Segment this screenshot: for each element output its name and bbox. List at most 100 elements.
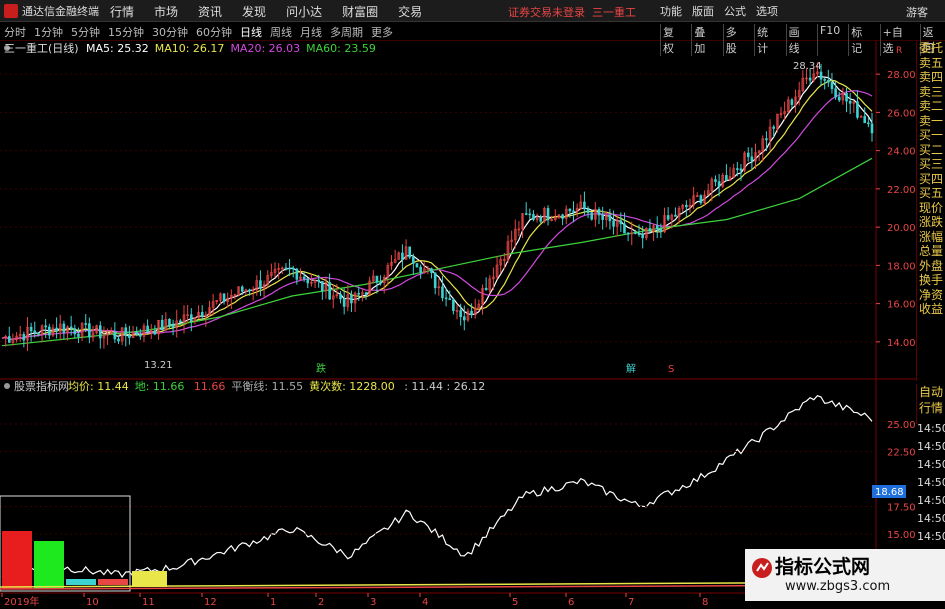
watermark-url: www.zbgs3.com <box>785 579 891 594</box>
menu-item-faxian[interactable]: 发现 <box>242 3 266 20</box>
sub-legend-item: 平衡线: 11.55 <box>231 379 303 393</box>
candle-body <box>524 213 528 215</box>
menu-item-zixun[interactable]: 资讯 <box>198 3 222 20</box>
menu-item-jiaoyi[interactable]: 交易 <box>398 3 422 20</box>
candle-body <box>412 256 415 264</box>
quote-panel-item[interactable]: 净资 <box>917 288 945 303</box>
candle-body <box>284 267 288 270</box>
quote-panel-item[interactable]: 卖三 <box>917 85 945 100</box>
price-axis-label: 18.00 <box>887 261 916 272</box>
menu-item-caifuquan[interactable]: 财富圈 <box>342 3 378 20</box>
sub-legend-item: 均价: 11.44 <box>68 380 129 393</box>
candle-body <box>845 92 848 102</box>
candle-body <box>302 276 306 279</box>
candle-body <box>452 299 455 311</box>
candle-body <box>586 208 590 213</box>
quote-panel-item[interactable]: 委托 <box>917 41 945 56</box>
quote-panel-item[interactable]: 换手 <box>917 273 945 288</box>
tab-1min[interactable]: 1分钟 <box>34 24 63 40</box>
candle-body <box>379 282 382 284</box>
quote-panel-item[interactable]: 买五 <box>917 186 945 201</box>
candle-body <box>612 220 615 227</box>
candle-body <box>408 246 411 258</box>
candle-body <box>808 77 812 81</box>
candle-body <box>240 286 244 292</box>
candle-body <box>837 96 841 101</box>
sub-legend-item: 11.66 <box>190 380 225 393</box>
sub-legend-item: 黄次数: 1228.00 <box>309 379 395 393</box>
tab-more[interactable]: 更多 <box>371 24 393 40</box>
candle-body <box>288 267 291 270</box>
sub-chart-label: 股票指标网 <box>14 379 69 393</box>
x-axis-label: 2 <box>318 597 324 608</box>
quote-panel-item[interactable]: 外盘 <box>917 259 945 274</box>
candle-body <box>634 232 637 235</box>
candle-body <box>532 214 535 220</box>
menu-item-banmian[interactable]: 版面 <box>692 3 714 19</box>
quote-panel-item[interactable]: 涨跌 <box>917 215 945 230</box>
candle-body <box>863 116 867 124</box>
candle-body <box>200 312 204 317</box>
menu-bar: 通达信金融终端 行情 市场 资讯 发现 问小达 财富圈 交易 证券交易未登录 三… <box>0 0 945 22</box>
marker-s: S <box>668 364 674 375</box>
menu-item-gongshi[interactable]: 公式 <box>724 3 746 19</box>
menu-item-xuanxiang[interactable]: 选项 <box>756 3 778 19</box>
candle-body <box>113 332 117 340</box>
candle-body <box>146 325 149 332</box>
tab-5min[interactable]: 5分钟 <box>71 24 100 40</box>
quote-panel-item[interactable]: 买一 <box>917 128 945 143</box>
quote-panel-item[interactable]: 涨幅 <box>917 230 945 245</box>
axis-r-label: R <box>896 46 902 56</box>
quote-panel-item[interactable]: 买二 <box>917 143 945 158</box>
candle-body <box>572 210 575 213</box>
quote-panel-item[interactable]: 买三 <box>917 157 945 172</box>
tab-15min[interactable]: 15分钟 <box>108 24 144 40</box>
quote-panel-item[interactable]: 卖四 <box>917 70 945 85</box>
candle-body <box>448 298 452 301</box>
tab-30min[interactable]: 30分钟 <box>152 24 188 40</box>
quote-panel-item[interactable]: 卖五 <box>917 56 945 71</box>
quote-panel-item[interactable]: 卖二 <box>917 99 945 114</box>
candle-body <box>619 220 623 225</box>
candle-body <box>648 228 652 232</box>
tab-daily[interactable]: 日线 <box>240 24 262 40</box>
candle-body <box>623 223 626 234</box>
quote-panel-item[interactable]: 买四 <box>917 172 945 187</box>
tab-monthly[interactable]: 月线 <box>300 24 322 40</box>
menu-item-hangqing[interactable]: 行情 <box>110 3 134 20</box>
ma60-line <box>1 157 873 347</box>
quote-label[interactable]: 行情 <box>917 400 945 416</box>
app-title: 通达信金融终端 <box>4 3 99 19</box>
price-axis-label: 20.00 <box>887 223 916 234</box>
candle-body <box>528 213 532 216</box>
login-warning[interactable]: 证券交易未登录 <box>508 4 585 20</box>
sub-settings-dot-icon[interactable] <box>4 383 10 389</box>
right-menu: 功能 版面 公式 选项 <box>660 3 778 19</box>
menu-item-gongneng[interactable]: 功能 <box>660 3 682 19</box>
chart-area[interactable]: 三一重工(日线) MA5: 25.32 MA10: 26.17 MA20: 26.0… <box>0 41 916 609</box>
guest-button[interactable]: 游客 <box>906 4 928 20</box>
tab-fenshi[interactable]: 分时 <box>4 24 26 40</box>
app-title-text: 通达信金融终端 <box>22 5 99 18</box>
auto-label[interactable]: 自动 <box>917 384 945 400</box>
candle-body <box>641 233 644 239</box>
sub-value-axis: 25.00 22.50 17.50 15.00 <box>0 420 916 541</box>
tick-time: 14:50 <box>917 494 945 507</box>
high-price-label: 28.34 <box>793 61 822 72</box>
candle-body <box>666 215 670 220</box>
tab-60min[interactable]: 60分钟 <box>196 24 232 40</box>
quote-panel-item[interactable]: 卖一 <box>917 114 945 129</box>
stock-name-top: 三一重工 <box>592 6 636 19</box>
price-axis-label: 14.00 <box>887 338 916 349</box>
menu-item-wenxiaoda[interactable]: 问小达 <box>286 3 322 20</box>
menu-item-shichang[interactable]: 市场 <box>154 3 178 20</box>
quote-panel-item[interactable]: 总量 <box>917 244 945 259</box>
ma10-line <box>1 79 873 340</box>
tab-weekly[interactable]: 周线 <box>270 24 292 40</box>
candle-body <box>98 325 102 339</box>
candle-body <box>73 328 77 335</box>
quote-panel-item[interactable]: 现价 <box>917 201 945 216</box>
ma-legend: MA5: 25.32 MA10: 26.17 MA20: 26.03 MA60: 23… <box>86 42 376 55</box>
quote-panel-item[interactable]: 收益 <box>917 302 945 317</box>
tab-multi-period[interactable]: 多周期 <box>330 24 363 40</box>
